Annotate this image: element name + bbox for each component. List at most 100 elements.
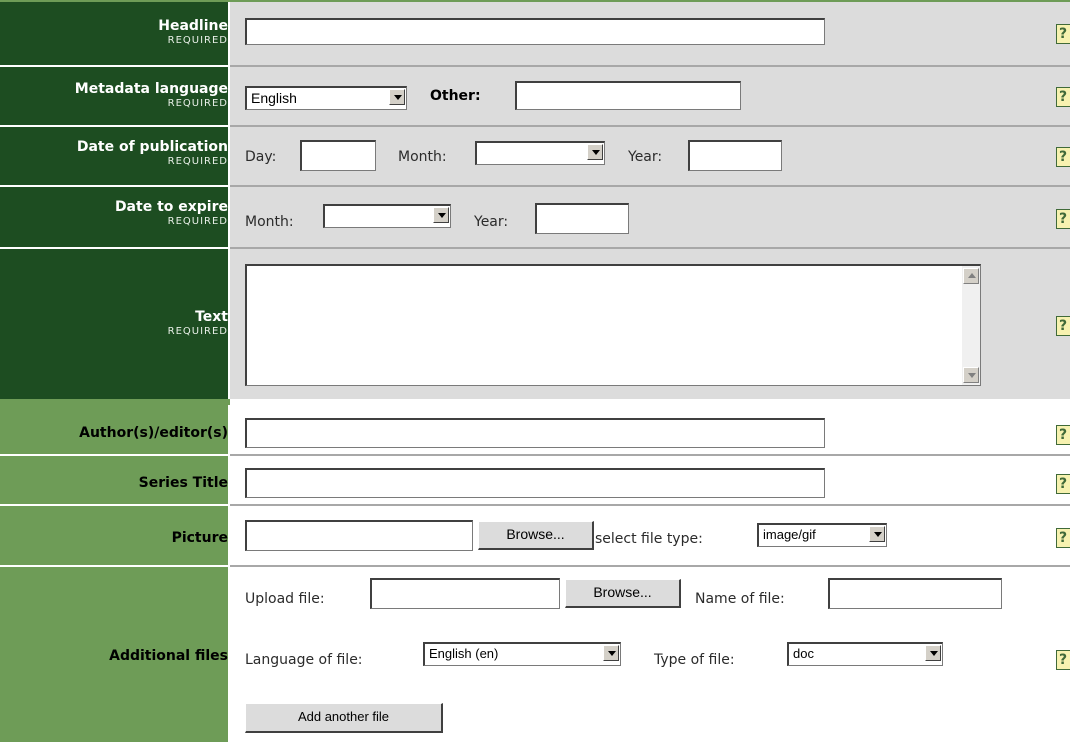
- text-help-button[interactable]: ?: [1056, 316, 1070, 336]
- series-title-label: Series Title: [7, 456, 228, 504]
- metadata-language-cell: English Other:: [230, 67, 1070, 125]
- scroll-down-icon[interactable]: [963, 367, 979, 383]
- picture-cell: Browse... select file type: image/gif: [230, 506, 1070, 565]
- language-of-file-select[interactable]: English (en): [423, 642, 621, 666]
- date-of-publication-label: Date of publication REQUIRED: [7, 127, 228, 185]
- month-label: Month:: [245, 214, 294, 230]
- label-text: Picture: [171, 530, 228, 546]
- name-of-file-input[interactable]: [828, 578, 1002, 609]
- year-label: Year:: [628, 149, 663, 165]
- label-text: Metadata language: [74, 81, 228, 97]
- headline-label: Headline REQUIRED: [7, 2, 228, 65]
- metadata-language-label: Metadata language REQUIRED: [7, 67, 228, 125]
- row-edge: [0, 127, 7, 185]
- label-text: Additional files: [109, 648, 228, 664]
- upload-file-label: Upload file:: [245, 591, 325, 607]
- label-text: Date of publication: [76, 139, 228, 155]
- date-of-publication-help-button[interactable]: ?: [1056, 147, 1070, 167]
- series-title-help-button[interactable]: ?: [1056, 474, 1070, 494]
- authors-label: Author(s)/editor(s): [7, 405, 228, 454]
- row-edge: [0, 249, 7, 399]
- row-metadata-language: Metadata language REQUIRED English Other…: [0, 67, 1070, 125]
- date-of-publication-cell: Day: Month: Year:: [230, 127, 1070, 185]
- day-input[interactable]: [300, 140, 376, 171]
- row-headline: Headline REQUIRED ?: [0, 2, 1070, 65]
- month-label: Month:: [398, 149, 447, 165]
- picture-help-button[interactable]: ?: [1056, 528, 1070, 548]
- metadata-language-help-button[interactable]: ?: [1056, 87, 1070, 107]
- chevron-down-icon[interactable]: [587, 144, 603, 160]
- required-tag: REQUIRED: [167, 326, 228, 337]
- label-text: Series Title: [138, 475, 228, 491]
- text-textarea[interactable]: [245, 264, 981, 386]
- row-authors: Author(s)/editor(s) ?: [0, 405, 1070, 454]
- chevron-down-icon[interactable]: [433, 207, 449, 223]
- date-to-expire-help-button[interactable]: ?: [1056, 209, 1070, 229]
- label-text: Text: [195, 309, 228, 325]
- type-of-file-label: Type of file:: [654, 652, 735, 668]
- row-edge: [0, 187, 7, 247]
- year-label: Year:: [474, 214, 509, 230]
- text-label: Text REQUIRED: [7, 249, 228, 399]
- other-language-input[interactable]: [515, 81, 741, 110]
- scroll-up-icon[interactable]: [963, 268, 979, 284]
- publication-year-input[interactable]: [688, 140, 782, 171]
- language-of-file-label: Language of file:: [245, 652, 363, 668]
- row-edge: [0, 506, 7, 565]
- series-title-cell: [230, 456, 1070, 504]
- row-edge: [0, 456, 7, 504]
- additional-files-label: Additional files: [7, 567, 228, 742]
- date-to-expire-cell: Month: Year:: [230, 187, 1070, 247]
- picture-file-type-select[interactable]: image/gif: [757, 523, 887, 547]
- metadata-language-select[interactable]: English: [245, 86, 407, 110]
- row-edge: [0, 2, 7, 65]
- expire-year-input[interactable]: [535, 203, 629, 234]
- headline-cell: [230, 2, 1070, 65]
- headline-help-button[interactable]: ?: [1056, 24, 1070, 44]
- add-another-file-button[interactable]: Add another file: [245, 703, 443, 733]
- upload-file-input[interactable]: [370, 578, 560, 609]
- label-text: Headline: [158, 18, 228, 34]
- series-title-input[interactable]: [245, 468, 825, 498]
- chevron-down-icon[interactable]: [603, 645, 619, 661]
- required-tag: REQUIRED: [167, 216, 228, 227]
- picture-label: Picture: [7, 506, 228, 565]
- authors-input[interactable]: [245, 418, 825, 448]
- select-value: English: [251, 90, 297, 106]
- chevron-down-icon[interactable]: [869, 526, 885, 542]
- authors-cell: [230, 405, 1070, 454]
- row-edge: [0, 67, 7, 125]
- required-tag: REQUIRED: [167, 35, 228, 46]
- row-picture: Picture Browse... select file type: imag…: [0, 506, 1070, 565]
- additional-files-help-button[interactable]: ?: [1056, 650, 1070, 670]
- row-series-title: Series Title ?: [0, 456, 1070, 504]
- required-tag: REQUIRED: [167, 156, 228, 167]
- additional-files-cell: Upload file: Browse... Name of file: Lan…: [230, 567, 1070, 742]
- headline-input[interactable]: [245, 18, 825, 45]
- expire-month-select[interactable]: [323, 204, 451, 228]
- chevron-down-icon[interactable]: [925, 645, 941, 661]
- picture-file-input[interactable]: [245, 520, 473, 551]
- row-date-to-expire: Date to expire REQUIRED Month: Year: ?: [0, 187, 1070, 247]
- label-text: Author(s)/editor(s): [79, 425, 228, 441]
- chevron-down-icon[interactable]: [389, 89, 405, 105]
- label-text: Date to expire: [114, 199, 228, 215]
- textarea-scrollbar[interactable]: [962, 266, 980, 385]
- authors-help-button[interactable]: ?: [1056, 425, 1070, 445]
- file-type-label: select file type:: [595, 531, 703, 547]
- required-tag: REQUIRED: [167, 98, 228, 109]
- picture-browse-button[interactable]: Browse...: [478, 521, 594, 550]
- select-value: doc: [793, 646, 814, 661]
- other-label: Other:: [430, 88, 481, 104]
- day-label: Day:: [245, 149, 277, 165]
- row-date-of-publication: Date of publication REQUIRED Day: Month:…: [0, 127, 1070, 185]
- name-of-file-label: Name of file:: [695, 591, 785, 607]
- upload-browse-button[interactable]: Browse...: [565, 579, 681, 608]
- row-additional-files: Additional files Upload file: Browse... …: [0, 567, 1070, 742]
- select-value: image/gif: [763, 527, 816, 542]
- type-of-file-select[interactable]: doc: [787, 642, 943, 666]
- row-edge: [0, 567, 7, 742]
- date-to-expire-label: Date to expire REQUIRED: [7, 187, 228, 247]
- row-edge: [0, 405, 7, 454]
- publication-month-select[interactable]: [475, 141, 605, 165]
